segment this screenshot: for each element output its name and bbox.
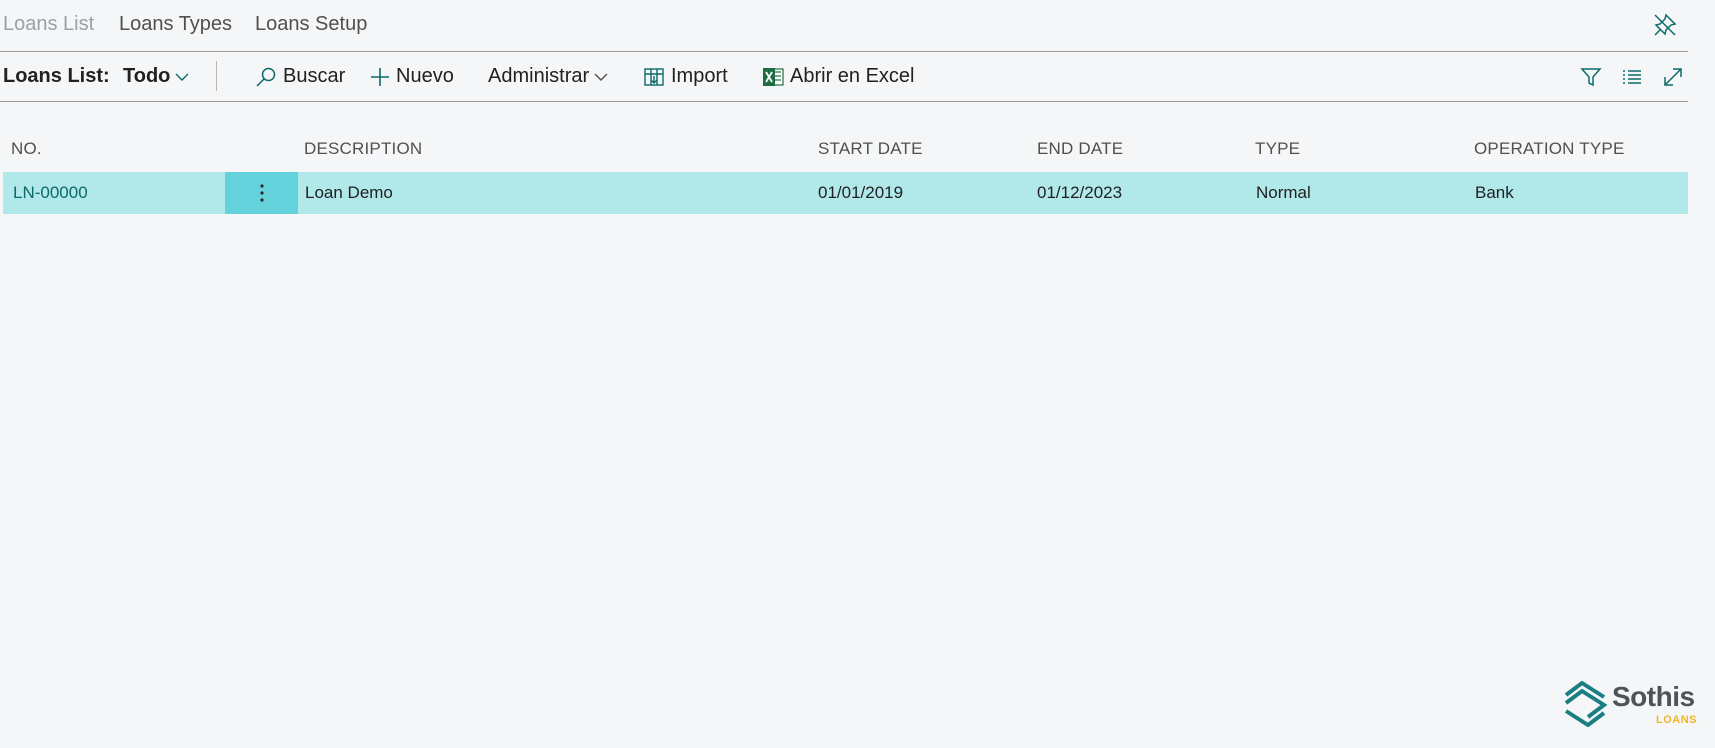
- open-in-excel-button-label: Abrir en Excel: [790, 65, 915, 87]
- more-vertical-icon: [259, 184, 264, 202]
- search-button-label: Buscar: [283, 65, 346, 87]
- view-tools: [1565, 52, 1688, 101]
- logo-name: Sothis: [1612, 681, 1695, 712]
- plus-icon: [371, 67, 389, 86]
- sothis-logo: Sothis LOANS: [1562, 677, 1702, 733]
- toolbar-divider: [216, 61, 217, 91]
- list-icon[interactable]: [1617, 62, 1647, 92]
- loans-list-page: Loans List Loans Types Loans Setup Loans…: [0, 0, 1715, 748]
- cell-operation-type: Bank: [1475, 183, 1514, 202]
- loans-table: NO. DESCRIPTION START DATE END DATE TYPE…: [3, 128, 1688, 214]
- chevron-down-icon: [594, 73, 608, 81]
- column-header-end-date[interactable]: END DATE: [1037, 139, 1123, 159]
- cell-no[interactable]: LN-00000: [13, 172, 88, 214]
- nav-loans-setup[interactable]: Loans Setup: [255, 13, 367, 36]
- manage-menu-label: Administrar: [488, 65, 590, 87]
- cell-type: Normal: [1256, 183, 1311, 202]
- search-icon: [256, 67, 276, 87]
- excel-icon: [763, 67, 784, 86]
- cell-end-date: 01/12/2023: [1037, 183, 1123, 202]
- expand-icon[interactable]: [1658, 62, 1688, 92]
- table-row[interactable]: LN-00000 Loan Demo 01/01/2019 01/12/2023…: [3, 172, 1688, 214]
- logo-subtitle: LOANS: [1656, 714, 1697, 726]
- cell-description: Loan Demo: [305, 183, 393, 202]
- import-button-label: Import: [671, 65, 728, 87]
- new-button[interactable]: Nuevo: [370, 52, 454, 101]
- column-header-type[interactable]: TYPE: [1255, 139, 1300, 159]
- chevron-down-icon: [175, 73, 189, 81]
- pin-icon[interactable]: [1652, 12, 1678, 38]
- view-selector[interactable]: Todo: [123, 52, 195, 101]
- table-header: NO. DESCRIPTION START DATE END DATE TYPE…: [3, 128, 1688, 172]
- column-header-operation-type[interactable]: OPERATION TYPE: [1474, 139, 1624, 159]
- import-icon: [644, 67, 664, 86]
- sothis-logo-icon: [1564, 680, 1608, 727]
- open-in-excel-button[interactable]: Abrir en Excel: [762, 52, 915, 101]
- column-header-start-date[interactable]: START DATE: [818, 139, 923, 159]
- action-bar: Loans List: Todo Buscar Nuevo Administra…: [0, 52, 1688, 102]
- search-button[interactable]: Buscar: [255, 52, 345, 101]
- column-header-no[interactable]: NO.: [11, 139, 42, 159]
- row-actions-button[interactable]: [225, 172, 298, 214]
- import-button[interactable]: Import: [643, 52, 728, 101]
- nav-loans-list[interactable]: Loans List: [3, 13, 94, 36]
- view-selector-label: Todo: [123, 65, 171, 87]
- new-button-label: Nuevo: [396, 65, 454, 87]
- nav-loans-types[interactable]: Loans Types: [119, 13, 232, 36]
- manage-menu[interactable]: Administrar: [488, 52, 614, 101]
- column-header-description[interactable]: DESCRIPTION: [304, 139, 422, 159]
- filter-icon[interactable]: [1576, 62, 1606, 92]
- top-navigation: Loans List Loans Types Loans Setup: [0, 0, 1688, 52]
- cell-start-date: 01/01/2019: [818, 183, 904, 202]
- page-caption: Loans List:: [3, 65, 110, 87]
